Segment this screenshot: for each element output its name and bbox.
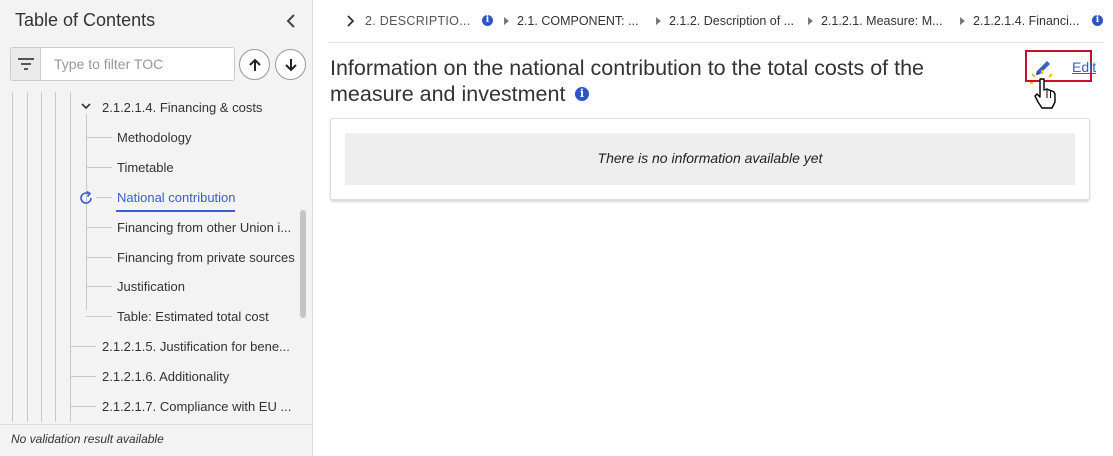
info-icon[interactable]: i bbox=[482, 15, 493, 26]
tree-guide-line bbox=[41, 92, 42, 422]
toc-item-justification-benefits[interactable]: 2.1.2.1.5. Justification for bene... bbox=[102, 339, 290, 354]
validation-status: No validation result available bbox=[11, 432, 164, 446]
toc-item-financing-costs[interactable]: 2.1.2.1.4. Financing & costs bbox=[102, 100, 262, 115]
toc-sidebar: Table of Contents Type to filter TOC 2.1… bbox=[0, 0, 313, 456]
breadcrumb-separator bbox=[960, 17, 965, 25]
arrow-up-icon bbox=[249, 58, 261, 71]
chevron-down-icon[interactable] bbox=[80, 100, 92, 112]
toc-item-estimated-total-cost[interactable]: Table: Estimated total cost bbox=[117, 309, 269, 324]
toc-filter-row bbox=[10, 47, 307, 81]
tree-branch bbox=[86, 227, 112, 228]
page-title: Information on the national contribution… bbox=[330, 55, 970, 107]
tree-guide-line bbox=[27, 92, 28, 422]
tree-guide-line bbox=[86, 114, 87, 310]
edit-label: Edit bbox=[1072, 59, 1097, 75]
info-icon[interactable]: i bbox=[575, 87, 589, 101]
breadcrumb-item-measure[interactable]: 2.1.2.1. Measure: M... bbox=[821, 14, 943, 28]
toc-next-button[interactable] bbox=[275, 49, 306, 80]
toc-item-national-contribution[interactable]: National contribution bbox=[117, 190, 236, 205]
content-panel: There is no information available yet bbox=[330, 118, 1090, 200]
toc-scrollbar[interactable] bbox=[300, 210, 306, 318]
info-icon[interactable]: i bbox=[1092, 15, 1103, 26]
hand-cursor-icon bbox=[1030, 70, 1056, 109]
chevron-left-icon bbox=[286, 14, 295, 28]
toc-filter-box bbox=[10, 47, 235, 81]
breadcrumb-separator bbox=[656, 17, 661, 25]
breadcrumb-item-component[interactable]: 2.1. COMPONENT: ... bbox=[517, 14, 639, 28]
tree-branch bbox=[96, 197, 112, 198]
tree-guide-line bbox=[70, 92, 71, 422]
refresh-icon bbox=[80, 190, 92, 204]
tree-branch bbox=[86, 316, 112, 317]
tree-branch bbox=[86, 137, 112, 138]
tree-guide-line bbox=[55, 92, 56, 422]
breadcrumb-separator bbox=[504, 17, 509, 25]
collapse-toc-button[interactable] bbox=[281, 8, 301, 34]
toc-filter-input[interactable] bbox=[42, 48, 234, 80]
tree-branch bbox=[86, 286, 112, 287]
empty-state-message: There is no information available yet bbox=[597, 150, 823, 166]
page-title-line: Information on the national contribution… bbox=[330, 56, 925, 80]
breadcrumb: 2. DESCRIPTIO... i 2.1. COMPONENT: ... 2… bbox=[328, 0, 1103, 43]
toc-item-timetable[interactable]: Timetable bbox=[117, 160, 174, 175]
page-title-line: measure and investment bbox=[330, 82, 566, 106]
main-content: 2. DESCRIPTIO... i 2.1. COMPONENT: ... 2… bbox=[314, 0, 1113, 456]
tree-branch bbox=[86, 257, 112, 258]
tree-branch bbox=[70, 406, 96, 407]
filter-icon bbox=[11, 48, 41, 80]
empty-state-box: There is no information available yet bbox=[345, 133, 1075, 185]
breadcrumb-item-financing[interactable]: 2.1.2.1.4. Financi... bbox=[973, 14, 1079, 28]
toc-title: Table of Contents bbox=[15, 10, 156, 30]
toc-previous-button[interactable] bbox=[239, 49, 270, 80]
breadcrumb-separator bbox=[808, 17, 813, 25]
tree-branch bbox=[70, 376, 96, 377]
toc-header: Table of Contents bbox=[0, 0, 313, 42]
toc-item-financing-union[interactable]: Financing from other Union i... bbox=[117, 220, 291, 235]
chevron-right-icon[interactable] bbox=[346, 14, 356, 28]
toc-item-compliance-eu[interactable]: 2.1.2.1.7. Compliance with EU ... bbox=[102, 399, 291, 414]
toc-item-methodology[interactable]: Methodology bbox=[117, 130, 191, 145]
tree-guide-line bbox=[12, 92, 13, 422]
toc-item-additionality[interactable]: 2.1.2.1.6. Additionality bbox=[102, 369, 229, 384]
active-item-underline bbox=[116, 210, 235, 212]
toc-tree: 2.1.2.1.4. Financing & costs Methodology… bbox=[0, 92, 313, 422]
arrow-down-icon bbox=[285, 59, 297, 72]
toc-footer: No validation result available bbox=[0, 424, 313, 456]
breadcrumb-item-description[interactable]: 2. DESCRIPTIO... bbox=[365, 14, 471, 28]
tree-branch bbox=[70, 346, 96, 347]
breadcrumb-item-description-of[interactable]: 2.1.2. Description of ... bbox=[669, 14, 794, 28]
toc-item-justification[interactable]: Justification bbox=[117, 279, 185, 294]
toc-item-financing-private[interactable]: Financing from private sources bbox=[117, 250, 295, 265]
tree-branch bbox=[86, 167, 112, 168]
